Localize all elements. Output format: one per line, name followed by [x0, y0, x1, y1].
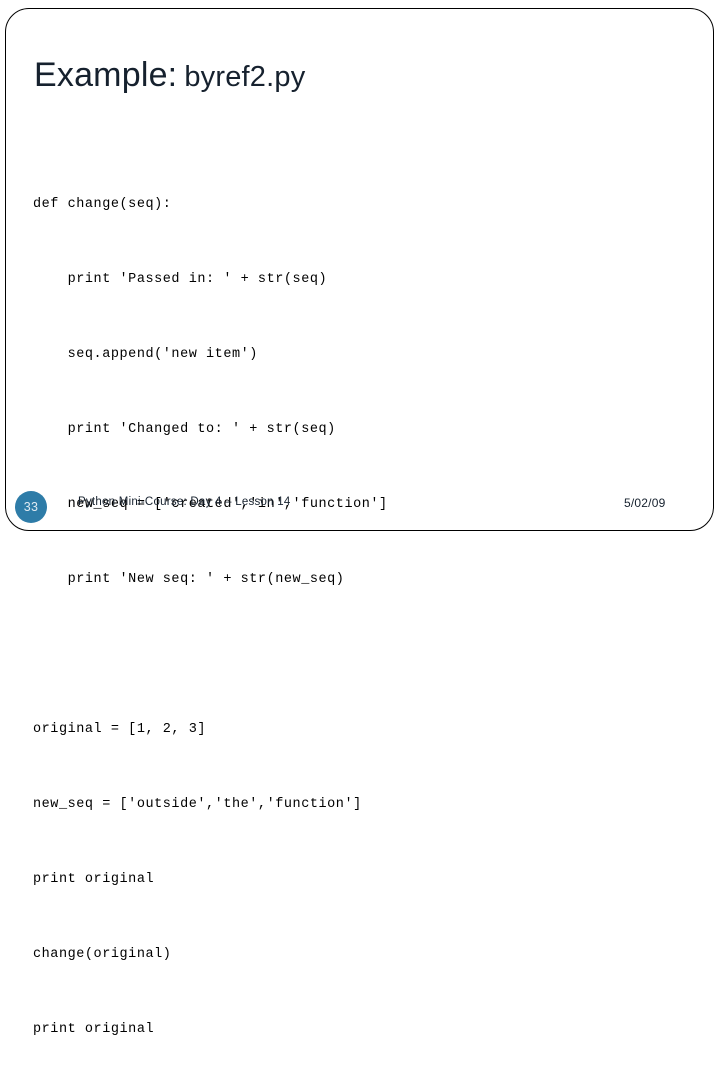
page-title: Example: byref2.py — [34, 58, 305, 92]
code-block: def change(seq): print 'Passed in: ' + s… — [33, 142, 673, 1080]
page-title-main: Example: — [34, 56, 178, 94]
code-line: seq.append('new item') — [33, 347, 258, 362]
slide: Example: byref2.py def change(seq): print… — [0, 0, 720, 1037]
code-line: def change(seq): — [33, 197, 172, 212]
code-line: new_seq = ['outside','the','function'] — [33, 797, 362, 812]
code-line: print 'Changed to: ' + str(seq) — [33, 422, 336, 437]
page-title-filename: byref2.py — [184, 61, 306, 93]
code-line: change(original) — [33, 947, 172, 962]
code-line: print original — [33, 872, 155, 887]
code-line: print 'New seq: ' + str(new_seq) — [33, 572, 345, 587]
slide-number-badge: 33 — [15, 491, 47, 523]
footer-date: 5/02/09 — [624, 496, 666, 510]
code-line: original = [1, 2, 3] — [33, 722, 207, 737]
code-line: print 'Passed in: ' + str(seq) — [33, 272, 328, 287]
code-line: print original — [33, 1022, 155, 1037]
footer-course-label: Python Mini-Course: Day 4 – Lesson 14 — [78, 496, 291, 508]
